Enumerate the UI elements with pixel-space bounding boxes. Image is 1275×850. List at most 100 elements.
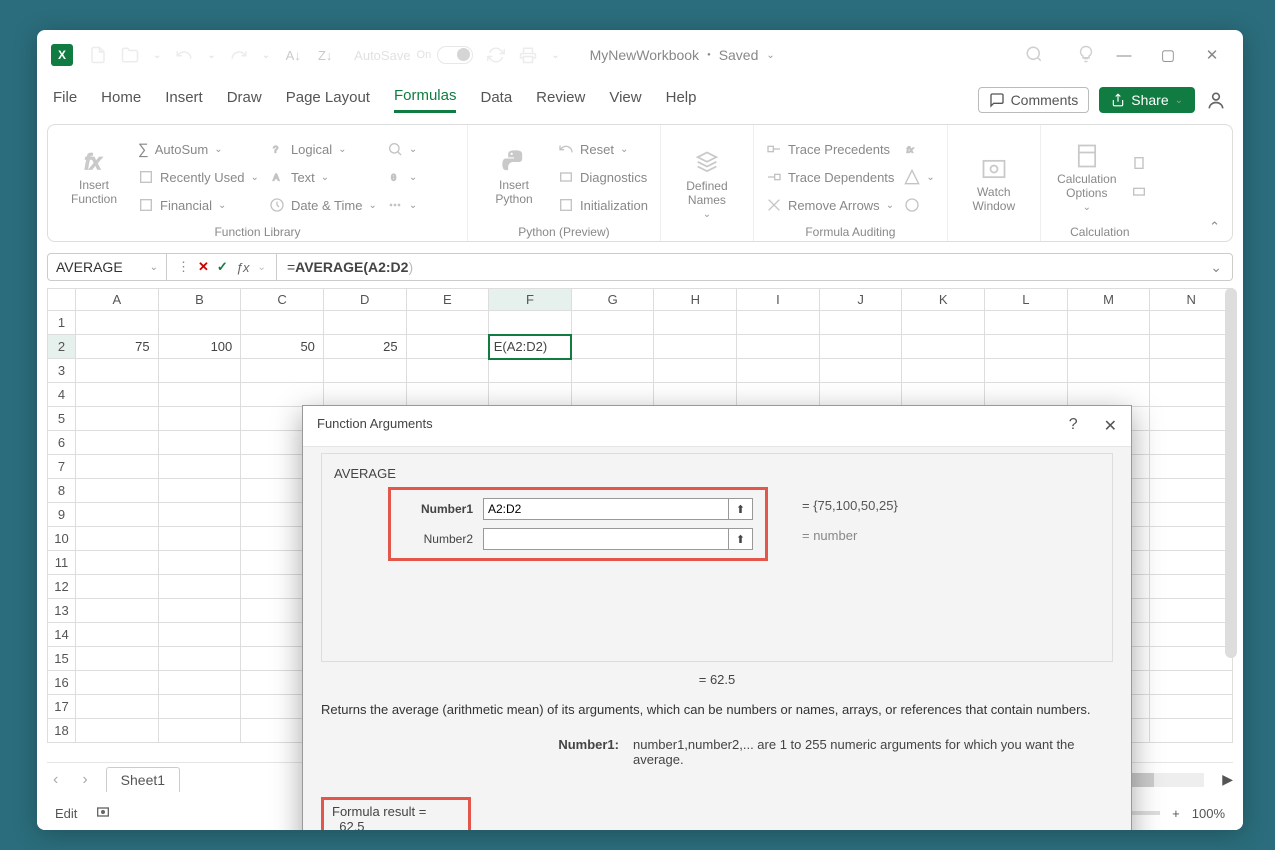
cell[interactable] [158,383,241,407]
cell[interactable] [76,503,159,527]
qat-customize-chevron-icon[interactable]: ⌄ [551,50,559,61]
tab-review[interactable]: Review [536,89,585,112]
defined-names-button[interactable]: Defined Names ⌄ [673,131,741,237]
dialog-close-icon[interactable]: ✕ [1104,416,1117,436]
cell[interactable] [1150,407,1233,431]
sort-asc-icon[interactable]: A↓ [284,46,302,64]
cell[interactable] [76,551,159,575]
cell[interactable] [1150,647,1233,671]
account-icon[interactable] [1205,90,1227,110]
cell[interactable] [654,383,737,407]
tab-page-layout[interactable]: Page Layout [286,89,370,112]
cell[interactable] [76,407,159,431]
cell[interactable] [737,335,820,359]
cell[interactable] [76,527,159,551]
row-header[interactable]: 3 [48,359,76,383]
cell[interactable] [323,311,406,335]
sheet-tab[interactable]: Sheet1 [106,767,180,792]
cell[interactable] [1150,503,1233,527]
cell[interactable]: 50 [241,335,324,359]
toggle-icon[interactable] [437,46,473,64]
autosave-toggle[interactable]: AutoSave On [354,46,473,64]
refresh-icon[interactable] [487,46,505,64]
row-header[interactable]: 15 [48,647,76,671]
cell[interactable] [76,383,159,407]
logical-button[interactable]: ?Logical⌄ [269,137,377,161]
tab-home[interactable]: Home [101,89,141,112]
col-header[interactable]: E [406,289,489,311]
col-header[interactable]: I [737,289,820,311]
cell[interactable] [406,311,489,335]
recently-used-button[interactable]: Recently Used⌄ [138,165,259,189]
evaluate-formula-button[interactable] [904,193,934,217]
cell[interactable] [1150,599,1233,623]
trace-dependents-button[interactable]: Trace Dependents [766,165,894,189]
cell[interactable] [1150,311,1233,335]
cell[interactable] [1067,359,1150,383]
row-header[interactable]: 13 [48,599,76,623]
cell[interactable] [819,383,902,407]
arg2-input[interactable] [483,528,729,550]
cell[interactable] [323,383,406,407]
cell[interactable] [737,311,820,335]
cell[interactable] [158,311,241,335]
cell[interactable] [737,383,820,407]
file-name[interactable]: MyNewWorkbook ● Saved ⌄ [590,47,775,63]
row-header[interactable]: 12 [48,575,76,599]
text-button[interactable]: AText⌄ [269,165,377,189]
minimize-icon[interactable]: — [1115,47,1133,64]
cell[interactable] [1067,311,1150,335]
maximize-icon[interactable]: ▢ [1159,46,1177,64]
cell[interactable] [1150,359,1233,383]
row-header[interactable]: 1 [48,311,76,335]
arg2-range-picker-icon[interactable]: ⬆ [729,528,753,550]
redo-chevron-icon[interactable]: ⌄ [262,50,270,61]
share-button[interactable]: Share ⌄ [1099,87,1195,113]
cell[interactable]: E(A2:D2) [489,335,572,359]
row-header[interactable]: 9 [48,503,76,527]
sort-desc-icon[interactable]: Z↓ [316,46,334,64]
tab-view[interactable]: View [609,89,641,112]
macro-record-icon[interactable] [95,804,111,823]
calculation-options-button[interactable]: Calculation Options ⌄ [1053,131,1121,223]
row-header[interactable]: 18 [48,719,76,743]
redo-icon[interactable] [230,46,248,64]
row-header[interactable]: 4 [48,383,76,407]
close-icon[interactable]: ✕ [1203,46,1221,64]
cell[interactable] [1150,551,1233,575]
col-header[interactable]: D [323,289,406,311]
cell[interactable] [737,359,820,383]
col-header[interactable]: H [654,289,737,311]
col-header[interactable]: K [902,289,985,311]
diagnostics-button[interactable]: Diagnostics [558,165,648,189]
reset-button[interactable]: Reset⌄ [558,137,648,161]
autosum-button[interactable]: ∑AutoSum⌄ [138,137,259,161]
cell[interactable] [1150,455,1233,479]
cell[interactable] [158,479,241,503]
col-header[interactable]: C [241,289,324,311]
col-header[interactable]: M [1067,289,1150,311]
file-chevron-icon[interactable]: ⌄ [766,50,774,61]
name-box-chevron-icon[interactable]: ⌄ [150,262,158,273]
cell[interactable] [158,503,241,527]
cell[interactable] [571,335,654,359]
enter-formula-icon[interactable]: ✓ [217,259,228,275]
trace-precedents-button[interactable]: Trace Precedents [766,137,894,161]
cell[interactable] [902,359,985,383]
cell[interactable] [158,407,241,431]
calculate-sheet-button[interactable] [1131,179,1147,203]
cell[interactable] [1150,431,1233,455]
dialog-help-icon[interactable]: ? [1069,416,1078,436]
cell[interactable] [1067,335,1150,359]
cell[interactable] [76,431,159,455]
cell[interactable] [1150,383,1233,407]
insert-python-button[interactable]: Insert Python [480,131,548,223]
financial-button[interactable]: Financial⌄ [138,193,259,217]
cancel-formula-icon[interactable]: ✕ [198,259,209,275]
expand-formula-bar-icon[interactable]: ⌄ [1202,259,1222,276]
row-header[interactable]: 7 [48,455,76,479]
row-header[interactable]: 17 [48,695,76,719]
collapse-ribbon-icon[interactable]: ⌃ [1209,219,1220,235]
cell[interactable] [985,311,1068,335]
cell[interactable] [158,359,241,383]
